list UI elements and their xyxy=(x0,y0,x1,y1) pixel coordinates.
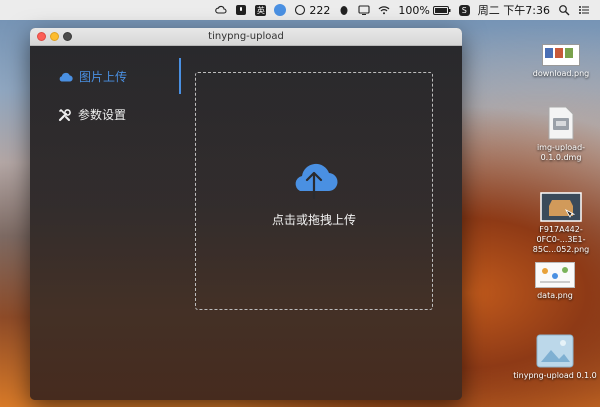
desktop-file-dmg[interactable]: img-upload-0.1.0.dmg xyxy=(518,106,600,163)
active-tab-indicator xyxy=(179,58,181,94)
desktop-file-label: tinypng-upload 0.1.0 xyxy=(513,371,597,380)
qq-penguin-icon[interactable] xyxy=(334,0,354,20)
battery-percent: 100% xyxy=(398,3,430,17)
desktop-file-label: img-upload-0.1.0.dmg xyxy=(536,143,586,162)
battery-icon xyxy=(432,5,451,15)
microphone-icon[interactable] xyxy=(231,0,251,20)
sidebar-item-label: 参数设置 xyxy=(78,108,127,122)
desktop-file-download-png[interactable]: download.png xyxy=(518,44,600,79)
app-window: tinypng-upload 图片上传 参数设置 点击或拖拽上传 xyxy=(30,28,462,400)
battery-indicator[interactable]: 100% xyxy=(394,0,454,20)
desktop-file-data-png[interactable]: data.png xyxy=(512,262,598,301)
app-menu-icon[interactable]: S xyxy=(455,0,474,20)
sidebar-item-label: 图片上传 xyxy=(79,70,128,84)
desktop-file-label: F917A442-0FC0-...3E1-85C...052.png xyxy=(532,225,590,254)
chart-thumbnail-icon xyxy=(535,262,575,288)
app-image-icon xyxy=(536,334,574,368)
wifi-icon[interactable] xyxy=(374,0,394,20)
window-title: tinypng-upload xyxy=(208,31,284,42)
upload-cloud-icon xyxy=(295,163,338,199)
display-icon[interactable] xyxy=(354,0,374,20)
sidebar-item-image-upload[interactable]: 图片上传 xyxy=(58,68,127,85)
window-content: 图片上传 参数设置 点击或拖拽上传 xyxy=(30,46,462,400)
notification-count: 222 xyxy=(309,3,331,17)
dropzone-text: 点击或拖拽上传 xyxy=(271,213,356,227)
sidebar: 图片上传 参数设置 xyxy=(30,46,181,400)
cloud-sync-icon[interactable] xyxy=(211,0,231,20)
image-thumbnail-icon xyxy=(542,44,580,66)
desktop-file-label: data.png xyxy=(537,291,573,300)
app-status-icon[interactable] xyxy=(270,0,290,20)
tools-icon xyxy=(58,108,71,121)
desktop-file-selected-png[interactable]: F917A442-0FC0-...3E1-85C...052.png xyxy=(518,192,600,255)
desktop-file-label: download.png xyxy=(532,69,590,78)
package-thumbnail-icon xyxy=(540,192,582,222)
chat-icon[interactable]: 222 xyxy=(290,0,334,20)
menu-list-icon[interactable] xyxy=(574,0,594,20)
spotlight-icon[interactable] xyxy=(554,0,574,20)
sidebar-item-settings[interactable]: 参数设置 xyxy=(58,106,126,123)
input-method-label: 英 xyxy=(255,4,267,16)
clock[interactable]: 周二 下午7:36 xyxy=(474,0,554,20)
cloud-icon xyxy=(59,72,73,82)
disk-image-icon xyxy=(548,106,574,140)
title-bar[interactable]: tinypng-upload xyxy=(30,28,462,46)
upload-dropzone[interactable]: 点击或拖拽上传 xyxy=(195,72,433,310)
input-method-badge[interactable]: 英 xyxy=(251,0,270,20)
datetime-text: 周二 下午7:36 xyxy=(477,4,550,17)
desktop-file-app-volume[interactable]: tinypng-upload 0.1.0 xyxy=(512,334,598,381)
upload-cloud-icon-wrap xyxy=(196,155,432,199)
menu-bar: 英 222 100% S 周二 下午7:36 xyxy=(0,0,600,20)
